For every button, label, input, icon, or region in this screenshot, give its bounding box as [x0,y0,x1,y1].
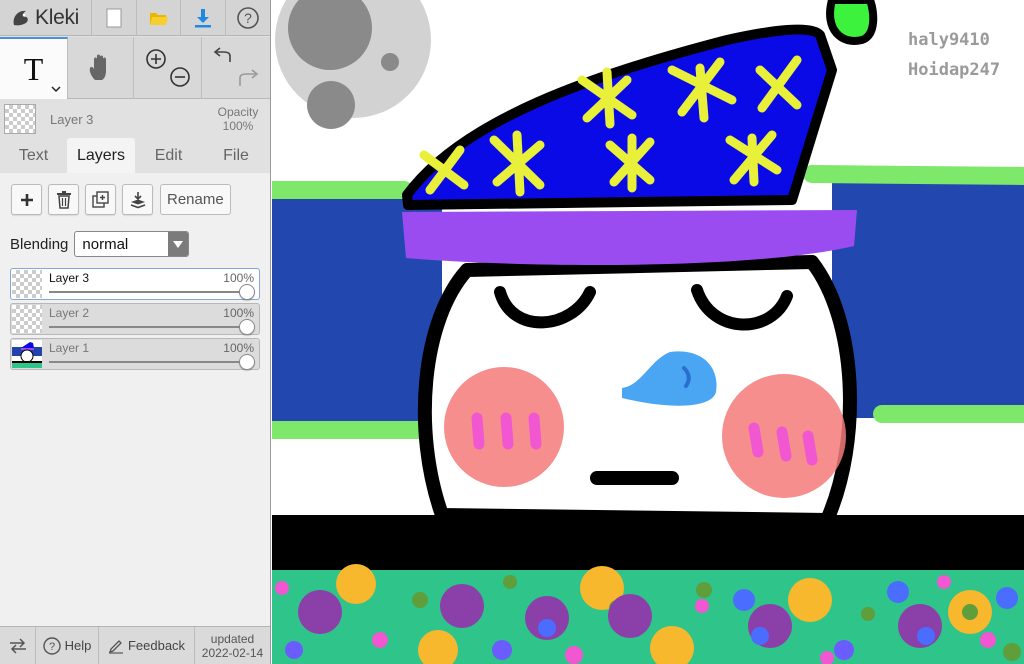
opacity-value: 100% [222,119,254,133]
layer-name: Layer 3 [49,271,90,285]
triangle-down-icon [173,240,184,248]
opacity-label: Opacity [217,105,259,119]
duplicate-layer-button[interactable] [85,184,116,215]
chevron-down-icon[interactable] [51,85,61,93]
svg-text:?: ? [49,641,55,653]
layer-thumbnail [12,340,42,368]
blending-label: Blending [10,235,69,253]
layer-name: Layer 2 [49,306,90,320]
updated-info[interactable]: updated 2022-02-14 [195,627,270,664]
download-icon [194,9,211,28]
sidebar: Kleki ? T Layer 3 Opacity 100% Text Laye… [0,0,271,664]
select-arrow [168,232,189,256]
help-button[interactable]: ? [226,0,271,36]
text-tool-glyph: T [23,50,44,87]
new-file-icon [106,8,122,28]
opacity-slider-knob[interactable] [239,319,255,335]
current-layer-thumbnail [4,104,36,134]
watermark-line2: Hoidap247 [908,60,1000,80]
zoom-out-icon[interactable] [169,67,190,87]
hand-icon [89,54,106,80]
layer-opacity: 100% [223,271,254,285]
add-layer-button[interactable] [11,184,42,215]
footer-bar: ? Help Feedback updated 2022-02-14 [0,626,270,664]
layer-actions: Rename [11,184,231,215]
opacity-slider-knob[interactable] [239,284,255,300]
zoom-in-icon[interactable] [145,49,166,69]
tab-file[interactable]: File [202,138,270,173]
new-image-button[interactable] [92,0,137,36]
plus-icon [20,193,33,206]
layer-opacity: 100% [223,341,254,355]
svg-text:?: ? [244,10,252,26]
updated-text: updated 2022-02-14 [202,632,263,660]
merge-down-button[interactable] [122,184,153,215]
watermark-line1: haly9410 [908,30,990,50]
current-layer-name: Layer 3 [50,111,94,127]
zoom-controls [134,37,202,99]
updated-label: updated [210,631,255,646]
tab-layers[interactable]: Layers [67,138,135,173]
blending-control: Blending normal [10,231,190,257]
download-button[interactable] [181,0,226,36]
layer-opacity: 100% [223,306,254,320]
app-name: Kleki [35,6,80,29]
delete-layer-button[interactable] [48,184,79,215]
help-label: Help [64,638,92,653]
tab-edit[interactable]: Edit [135,138,202,173]
rename-layer-button[interactable]: Rename [160,184,231,215]
question-icon: ? [236,7,259,29]
tab-text[interactable]: Text [0,138,67,173]
redo-icon[interactable] [239,69,259,86]
duplicate-icon [91,190,109,208]
artwork: haly9410 Hoidap247 [272,0,1024,664]
open-file-button[interactable] [137,0,181,36]
merge-down-icon [130,191,145,208]
ground [272,515,1024,664]
feedback-label: Feedback [127,638,186,653]
blending-select[interactable]: normal [74,231,190,257]
drawing-canvas[interactable]: haly9410 Hoidap247 [272,0,1024,664]
layer-thumbnail [12,270,42,298]
current-layer-info: Layer 3 Opacity 100% [0,100,270,138]
kleki-logo[interactable]: Kleki [0,0,92,36]
updated-date: 2022-02-14 [201,645,264,660]
opacity-slider-track[interactable] [49,326,247,328]
layer-list: Layer 3 100% Layer 2 100% Layer 1 100% [10,268,260,373]
opacity-slider-knob[interactable] [239,354,255,370]
zoom-icons [145,49,190,87]
undo-redo-controls [202,37,270,99]
help-icon: ? [42,636,61,655]
tool-bar: T [0,37,270,99]
top-toolbar: Kleki ? [0,0,270,36]
layer-1-preview [12,340,42,368]
opacity-slider-track[interactable] [49,361,247,363]
layer-thumbnail [12,305,42,333]
trash-icon [56,190,71,209]
layers-panel: Rename Blending normal Layer 3 100% Laye [0,173,270,626]
current-layer-opacity: Opacity 100% [208,105,268,133]
undo-redo-icons [213,47,259,86]
feedback-pen-icon [108,639,123,654]
hand-tool[interactable] [68,37,134,99]
text-tool[interactable]: T [0,37,68,99]
feedback-link[interactable]: Feedback [99,626,195,664]
swap-arrows-icon [9,637,26,654]
layer-name: Layer 1 [49,341,90,355]
layer-row-1[interactable]: Layer 1 100% [10,338,260,370]
blending-value: normal [82,235,129,253]
folder-icon [150,13,169,25]
layer-row-2[interactable]: Layer 2 100% [10,303,260,335]
kleki-bird-icon [13,10,28,26]
character-face [417,255,857,527]
layer-row-3[interactable]: Layer 3 100% [10,268,260,300]
undo-icon[interactable] [213,47,231,62]
help-link[interactable]: ? Help [36,626,99,664]
opacity-slider-track[interactable] [49,291,247,293]
swap-side-button[interactable] [0,626,36,664]
panel-tabs: Text Layers Edit File [0,138,270,173]
